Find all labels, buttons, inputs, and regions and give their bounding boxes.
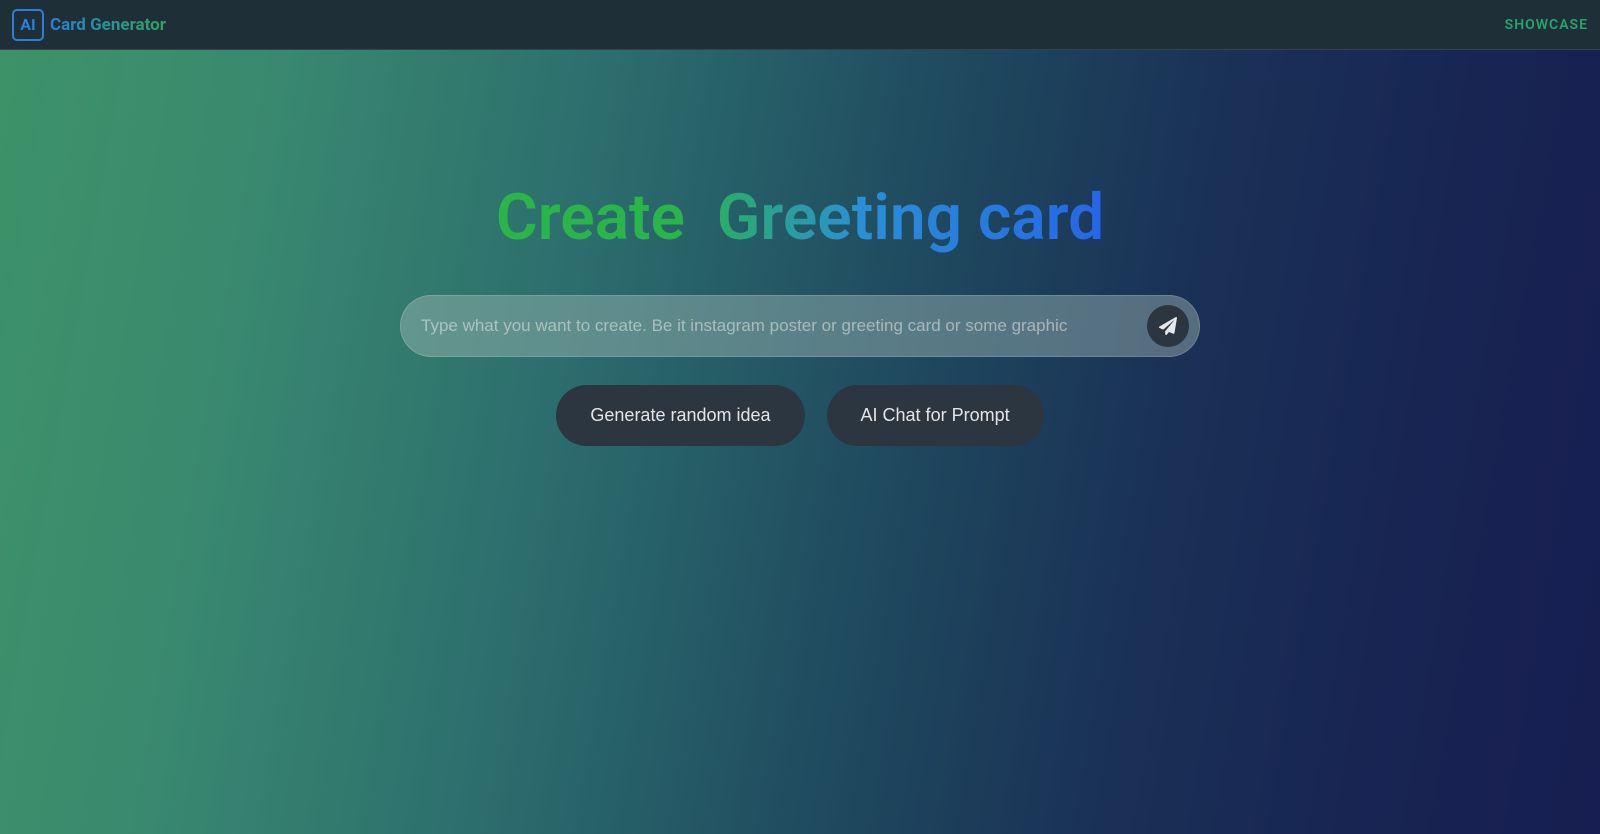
hero-section: Create Greeting card Generate random ide… <box>0 50 1600 834</box>
generate-random-button[interactable]: Generate random idea <box>556 385 804 446</box>
logo[interactable]: AI Card Generator <box>12 9 166 41</box>
prompt-input[interactable] <box>417 316 1147 336</box>
logo-text: Card Generator <box>50 15 166 35</box>
logo-badge-icon: AI <box>12 9 44 41</box>
prompt-input-container <box>400 295 1200 357</box>
paper-plane-icon <box>1159 317 1177 335</box>
hero-title: Create Greeting card <box>496 180 1104 255</box>
nav-showcase-link[interactable]: SHOWCASE <box>1505 17 1588 33</box>
submit-button[interactable] <box>1147 305 1189 347</box>
ai-chat-button[interactable]: AI Chat for Prompt <box>827 385 1044 446</box>
header: AI Card Generator SHOWCASE <box>0 0 1600 50</box>
action-buttons-row: Generate random idea AI Chat for Prompt <box>556 385 1043 446</box>
